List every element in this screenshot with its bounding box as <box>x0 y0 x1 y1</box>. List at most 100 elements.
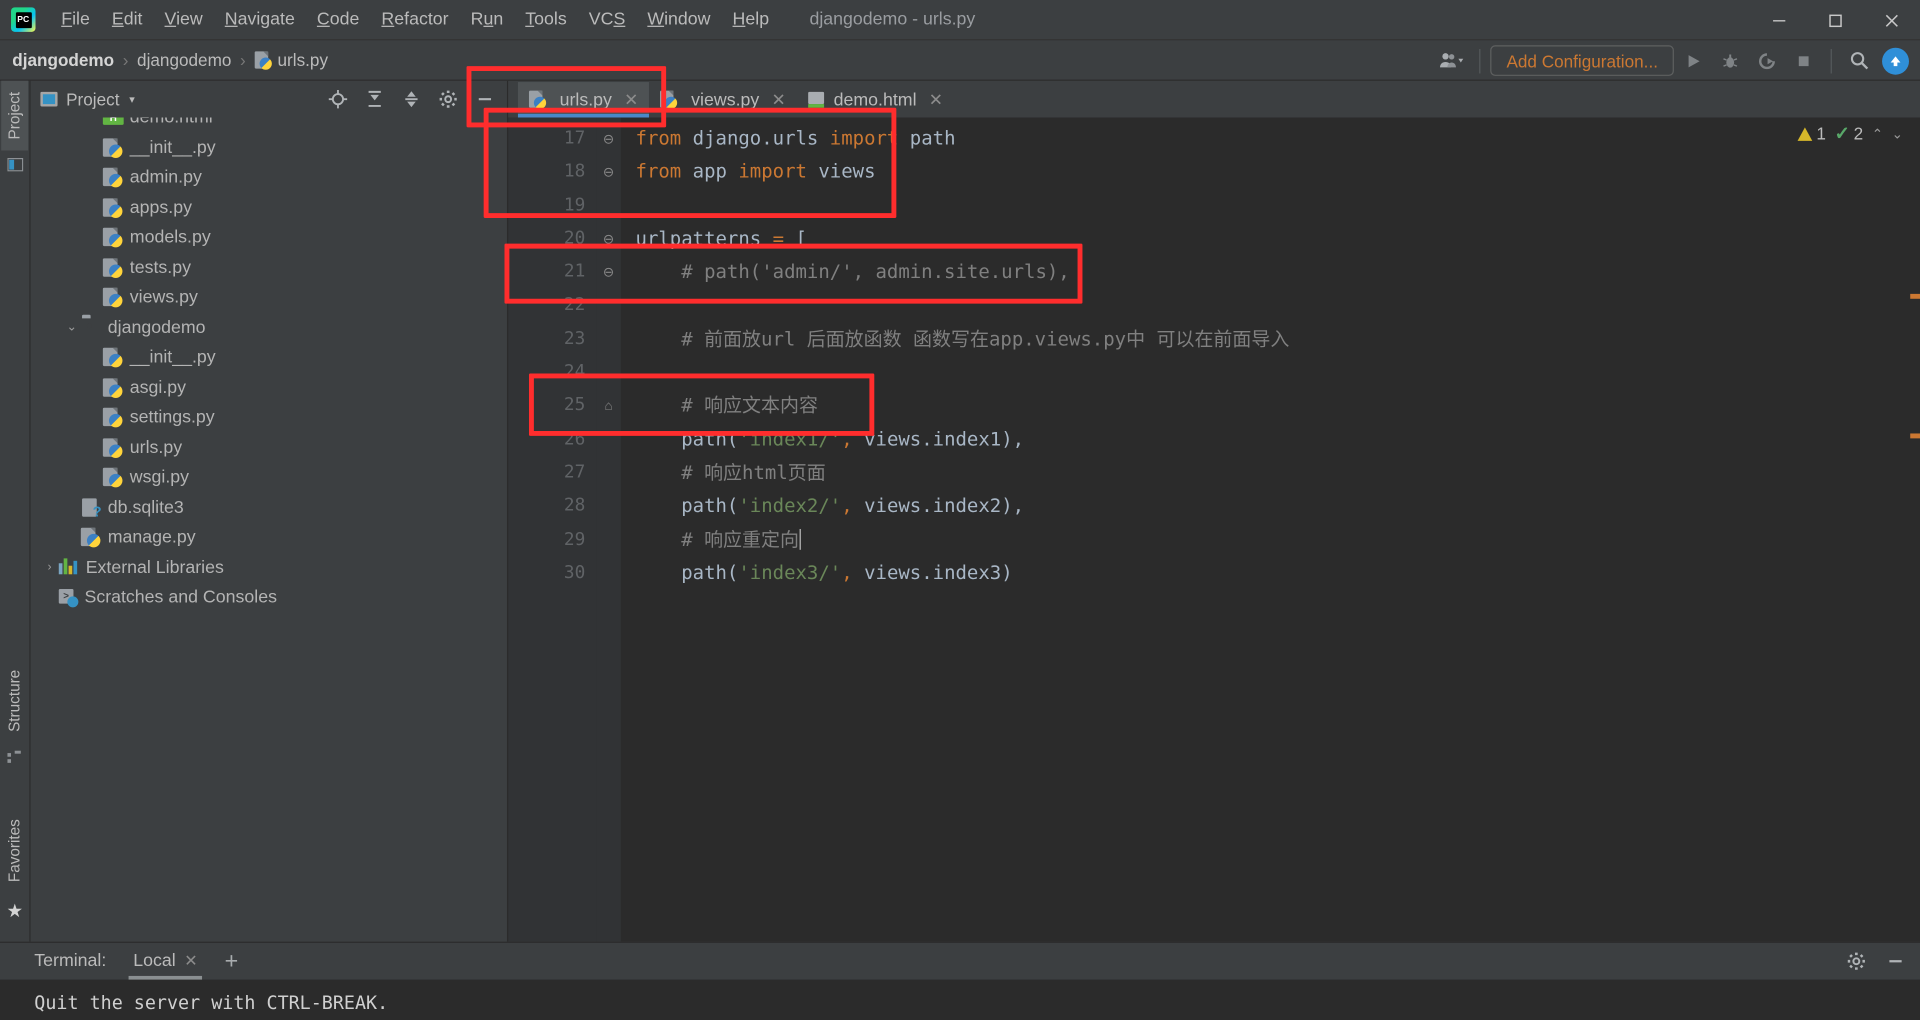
line-number[interactable]: 30 <box>508 557 596 590</box>
code-line[interactable]: urlpatterns = [ <box>621 223 1920 256</box>
line-number[interactable]: 27 <box>508 457 596 490</box>
line-number[interactable]: 22 <box>508 290 596 323</box>
code-fold-icon[interactable]: ⊖ <box>596 122 620 155</box>
settings-gear-icon[interactable] <box>431 83 465 115</box>
editor-tab-views-py[interactable]: views.py ✕ <box>650 82 797 118</box>
editor-tab-demo-html[interactable]: demo.html ✕ <box>797 82 954 118</box>
code-folding-gutter[interactable]: ⊖ ⊖ ⊖ ⊖ ⌂ <box>596 117 621 942</box>
tree-expand-arrow-icon[interactable]: › <box>40 561 58 574</box>
close-icon[interactable]: ✕ <box>624 89 638 110</box>
tree-item[interactable]: Hdemo.html <box>31 117 507 133</box>
menu-run[interactable]: Run <box>460 6 515 33</box>
line-number[interactable]: 21 <box>508 256 596 289</box>
code-fold-icon[interactable]: ⊖ <box>596 256 620 289</box>
terminal-tab-local[interactable]: Local ✕ <box>123 947 207 980</box>
tree-item[interactable]: models.py <box>31 223 507 253</box>
tree-item[interactable]: views.py <box>31 283 507 313</box>
breadcrumb-file[interactable]: urls.py <box>254 50 328 70</box>
tree-item[interactable]: tests.py <box>31 253 507 283</box>
line-number[interactable]: 25 <box>508 390 596 423</box>
tree-item[interactable]: ⌄ djangodemo <box>31 313 507 343</box>
menu-edit[interactable]: Edit <box>101 6 154 33</box>
code-line[interactable]: # 前面放url 后面放函数 函数写在app.views.py中 可以在前面导入 <box>621 323 1920 356</box>
tool-tab-structure[interactable]: Structure <box>1 659 28 743</box>
line-number[interactable]: 26 <box>508 423 596 456</box>
code-line[interactable]: from app import views <box>621 156 1920 189</box>
close-icon[interactable]: ✕ <box>772 89 786 110</box>
menu-help[interactable]: Help <box>722 6 781 33</box>
code-line[interactable]: # 响应html页面 <box>621 457 1920 490</box>
run-icon[interactable] <box>1676 45 1710 77</box>
search-everywhere-icon[interactable] <box>1842 45 1876 77</box>
tree-item[interactable]: manage.py <box>31 523 507 553</box>
breadcrumb-project[interactable]: djangodemo <box>12 50 114 70</box>
menu-view[interactable]: View <box>154 6 214 33</box>
code-line[interactable] <box>621 189 1920 222</box>
chevron-down-icon[interactable]: ▾ <box>129 92 135 105</box>
add-configuration-button[interactable]: Add Configuration... <box>1490 45 1674 76</box>
menu-vcs[interactable]: VCS <box>578 6 637 33</box>
menu-code[interactable]: Code <box>306 6 371 33</box>
hide-terminal-icon[interactable] <box>1878 945 1912 977</box>
code-fold-icon[interactable]: ⌂ <box>596 390 620 423</box>
code-line[interactable]: from django.urls import path <box>621 122 1920 155</box>
code-line[interactable]: path('index2/', views.index2), <box>621 490 1920 523</box>
code-fold-icon[interactable]: ⊖ <box>596 156 620 189</box>
prev-problem-icon[interactable]: ⌃ <box>1872 126 1883 142</box>
terminal-output[interactable]: Quit the server with CTRL-BREAK.Not Foun… <box>0 979 1920 1020</box>
close-button[interactable] <box>1864 0 1920 40</box>
ok-count[interactable]: ✓ 2 <box>1835 122 1864 145</box>
code-line[interactable]: # 响应文本内容 <box>621 390 1920 423</box>
collapse-all-icon[interactable] <box>394 83 428 115</box>
gear-icon[interactable] <box>1839 945 1873 977</box>
line-number[interactable]: 28 <box>508 490 596 523</box>
tree-item[interactable]: › External Libraries <box>31 553 507 583</box>
breadcrumb-package[interactable]: djangodemo <box>137 50 231 70</box>
tree-item[interactable]: settings.py <box>31 403 507 433</box>
source-code[interactable]: from django.urls import path from app imp… <box>621 118 1920 942</box>
code-line[interactable]: path('index3/', views.index3) <box>621 557 1920 590</box>
line-number[interactable]: 17 <box>508 122 596 155</box>
line-number[interactable]: 20 <box>508 223 596 256</box>
new-terminal-button[interactable]: + <box>225 950 239 973</box>
line-number[interactable]: 24 <box>508 356 596 389</box>
editor-tab-urls-py[interactable]: urls.py ✕ <box>517 82 651 118</box>
line-number[interactable]: 18 <box>508 156 596 189</box>
code-line[interactable] <box>621 290 1920 323</box>
tree-item[interactable]: wsgi.py <box>31 463 507 493</box>
code-editor[interactable]: 17 18 19 20 21 22 23 24 25 26 27 28 29 30 ⊖ ⊖ ⊖ ⊖ ⌂ from … <box>508 117 1920 942</box>
line-number[interactable]: 19 <box>508 189 596 222</box>
code-line[interactable] <box>621 356 1920 389</box>
tree-item[interactable]: __init__.py <box>31 343 507 373</box>
tool-tab-project[interactable]: Project <box>1 80 29 151</box>
tool-tab-favorites[interactable]: Favorites <box>1 808 28 893</box>
code-line[interactable]: path('index1/', views.index1), <box>621 423 1920 456</box>
next-problem-icon[interactable]: ⌄ <box>1892 126 1903 142</box>
tree-item[interactable]: asgi.py <box>31 373 507 403</box>
tree-item[interactable]: __init__.py <box>31 133 507 163</box>
hide-project-panel-icon[interactable] <box>468 83 502 115</box>
minimize-button[interactable] <box>1751 0 1807 40</box>
expand-all-icon[interactable] <box>358 83 392 115</box>
inspection-widget[interactable]: 1 ✓ 2 ⌃ ⌄ <box>1798 122 1903 144</box>
menu-window[interactable]: Window <box>636 6 721 33</box>
tree-item[interactable]: admin.py <box>31 163 507 193</box>
code-line[interactable]: # 响应重定向 <box>621 524 1920 557</box>
maximize-button[interactable] <box>1807 0 1863 40</box>
line-number[interactable]: 29 <box>508 524 596 557</box>
menu-navigate[interactable]: Navigate <box>214 6 306 33</box>
run-coverage-icon[interactable] <box>1750 45 1784 77</box>
locate-icon[interactable] <box>321 83 355 115</box>
code-line[interactable]: # path('admin/', admin.site.urls), <box>621 256 1920 289</box>
close-icon[interactable]: ✕ <box>184 951 197 971</box>
update-project-icon[interactable] <box>1878 45 1912 77</box>
line-number[interactable]: 23 <box>508 323 596 356</box>
code-fold-icon[interactable]: ⊖ <box>596 223 620 256</box>
warning-count[interactable]: 1 <box>1798 124 1826 143</box>
stop-icon[interactable] <box>1787 45 1821 77</box>
user-dropdown-icon[interactable] <box>1435 45 1469 77</box>
tree-item[interactable]: ? db.sqlite3 <box>31 493 507 523</box>
project-file-tree[interactable]: Hdemo.html __init__.py admin.py apps.py mode… <box>31 117 507 942</box>
tree-expand-arrow-icon[interactable]: ⌄ <box>62 321 80 334</box>
debug-icon[interactable] <box>1713 45 1747 77</box>
